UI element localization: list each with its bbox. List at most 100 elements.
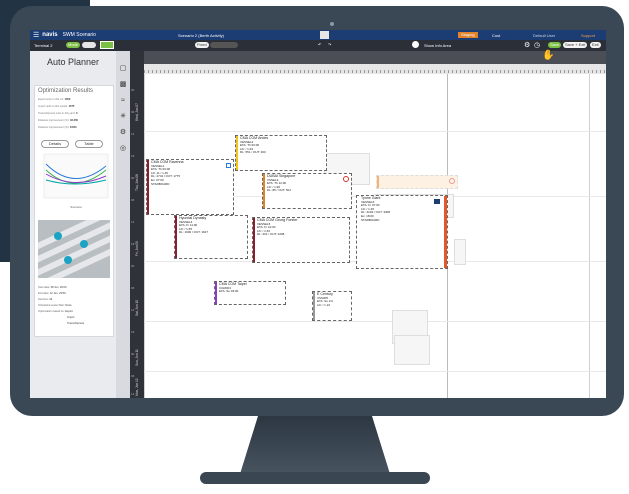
meta-row: End date: 12 Jun, 23:59 (38, 292, 66, 295)
monitor-stand (240, 416, 390, 474)
hamburger-icon[interactable]: ☰ (33, 31, 39, 39)
vessel-color-bar (263, 174, 265, 208)
undo-icon[interactable]: ↶ (318, 42, 321, 47)
meta-row: Import (67, 316, 75, 319)
lock-icon[interactable] (226, 163, 231, 168)
day-label: Sat, Jun 10 (135, 300, 139, 316)
vessel-line: DL: 85 / OUT: 501 (267, 188, 292, 193)
panel-title: Auto Planner (46, 57, 100, 67)
mode-field[interactable] (82, 42, 96, 48)
hour-label: 00 (131, 176, 135, 180)
details-button[interactable]: Details (41, 140, 69, 148)
vessel-card[interactable] (376, 175, 458, 189)
hour-label: 06 (131, 198, 135, 202)
meta-row: Transshipment (67, 322, 85, 325)
result-row: Distance improvement (%): 8.840 (38, 126, 77, 129)
print-icon[interactable]: ▩ (119, 81, 127, 89)
meta-row: Services: All (38, 298, 53, 301)
alert-icon[interactable] (343, 176, 349, 182)
grid-line (589, 74, 590, 398)
hour-label: 18 (131, 242, 135, 246)
chart-icon[interactable]: ≈ (119, 97, 127, 105)
scenario-title: Scenario 2 (Berth Activity) (178, 32, 225, 38)
meta-row: Start date: 08 Jun, 00:00 (38, 286, 67, 289)
berth-ruler (144, 64, 606, 74)
redo-icon[interactable]: ↷ (328, 42, 331, 47)
day-label: Wed, Jun 07 (135, 103, 139, 121)
vessel-card[interactable]: Tynne Giant VESSEL6 ETA: Fr 07:00 LD: / … (356, 195, 448, 269)
save-button[interactable]: Save (548, 42, 562, 48)
hand-cursor-icon: ✋ (542, 50, 555, 61)
vessel-color-bar (444, 196, 447, 268)
terminal-aerial-image (38, 220, 110, 278)
vessel-card[interactable]: CMA CGM Georg Forster VESSEL5 ETA: Fr 10… (252, 217, 350, 263)
hour-label: 12 (131, 220, 135, 224)
hour-label: 06 (131, 286, 135, 290)
alert-icon[interactable] (449, 178, 455, 184)
terminal-select[interactable]: Terminal 2 (34, 43, 52, 48)
hour-label: 00 (131, 264, 135, 268)
vessel-color-bar (313, 292, 315, 320)
monitor-stand-base (200, 472, 430, 484)
day-divider (144, 371, 606, 372)
window-icon[interactable]: ▢ (119, 65, 127, 73)
ship-icon (434, 199, 440, 204)
hour-label: 06 (131, 110, 135, 114)
settings-icon[interactable]: ⚙ (524, 41, 530, 49)
navis-logo: navis (42, 32, 58, 38)
day-divider (144, 321, 606, 322)
app-header: ☰ navis SWM Scenario Scenario 2 (Berth A… (30, 30, 606, 40)
day-divider (144, 131, 606, 132)
hour-label: 12 (131, 132, 135, 136)
fixed-button[interactable]: Fixed (195, 42, 209, 48)
settings-gear-icon[interactable]: ⚙ (119, 129, 127, 137)
result-row: Export units in this vsl: 1500 (38, 98, 71, 101)
highlight-badge[interactable]: Staging (458, 32, 478, 38)
save-exit-button[interactable]: Save + Exit (563, 42, 588, 48)
vessel-card[interactable]: Hyundai Dynasty VESSEL4 ETA: Fr 11:00 LD… (174, 215, 248, 259)
vessel-card[interactable]: CMA CGM Taipei CGM001 ETA: Su 03:00 (214, 281, 286, 305)
vessel-card[interactable]: E Century VSS005 ETA: Su 2:0 LD: / 1.10 (312, 291, 352, 321)
globe-icon[interactable]: ◎ (119, 145, 127, 153)
meta-row: Optimization based on: Export (38, 310, 73, 313)
optimization-title: Optimization Results (38, 88, 94, 94)
ghost-slot (454, 239, 466, 265)
cost-label[interactable]: Cost (492, 33, 500, 38)
app-screen: ☰ navis SWM Scenario Scenario 2 (Berth A… (30, 30, 606, 398)
vessel-line: DL: 1900 / OUT: 1627 (179, 230, 209, 235)
result-row: Distance improvement (%): 32.350 (38, 119, 78, 122)
product-name: SWM Scenario (62, 32, 96, 38)
day-label: Mon, Jun 12 (135, 378, 139, 396)
hour-label: 12 (131, 392, 135, 396)
vessel-card[interactable]: CMA CGM Andes VESSEL2 ETA: Th 00:00 LD: … (235, 135, 327, 171)
info-toggle-icon[interactable] (412, 41, 419, 48)
vessel-card[interactable]: CMA CGM Ravenna VESSEL1 ETA: Th 00:00 LD… (146, 159, 234, 215)
table-button[interactable]: Table (75, 140, 103, 148)
berth-header (144, 51, 606, 64)
berth-timeline[interactable]: CMA CGM Ravenna VESSEL1 ETA: Th 00:00 LD… (144, 50, 606, 398)
grid-line (144, 74, 145, 398)
result-row: Transshipment units in this yard: 0 (38, 112, 78, 115)
support-link[interactable]: Support (581, 33, 595, 38)
hour-label: 18 (131, 154, 135, 158)
auto-planner-panel: Auto Planner Optimization Results Export… (30, 51, 116, 398)
vessel-line: STARBOARD (151, 181, 170, 186)
pin-icon[interactable]: ✳ (119, 113, 127, 121)
hour-label: 06 (131, 374, 135, 378)
vessel-line: STARBOARD (361, 217, 380, 222)
vessel-color-bar (215, 282, 217, 304)
vessel-color-bar (377, 176, 379, 188)
hour-label: 00 (131, 352, 135, 356)
layout-toggle-icon[interactable] (100, 41, 114, 49)
fixed-field[interactable] (210, 42, 238, 48)
vessel-card[interactable]: DUBAI Singapore VSSEL3 ETA: Th 12:00 LD:… (262, 173, 352, 209)
user-menu[interactable]: Default User (533, 33, 555, 38)
mode-toggle[interactable]: Mode (66, 42, 81, 48)
exit-button[interactable]: Exit (590, 42, 601, 48)
logo-mark-icon (320, 31, 329, 39)
clock-icon[interactable]: ◷ (534, 41, 540, 49)
day-label-strip: Wed, Jun 07 Thu, Jun 08 Fri, Jun 09 Sat,… (130, 51, 144, 398)
result-row: Import units in this vessel: 1575 (38, 105, 75, 108)
vessel-color-bar (236, 136, 238, 170)
meta-row: Scheduled vessel filter: None (38, 304, 72, 307)
